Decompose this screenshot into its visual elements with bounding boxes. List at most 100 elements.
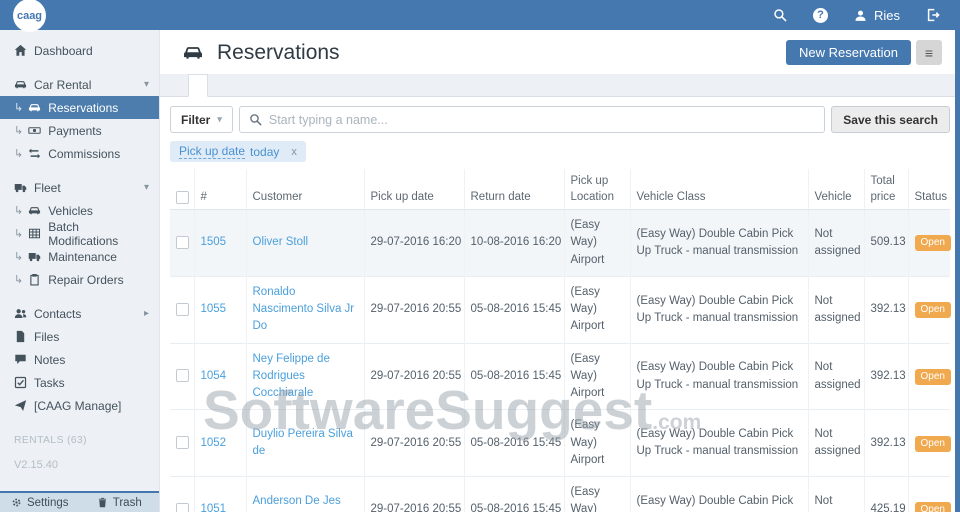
sidebar-item-label: Notes [34, 353, 65, 367]
column-header-return-date: Return date [464, 169, 564, 210]
reservation-id-link[interactable]: 1054 [201, 370, 227, 382]
search-icon[interactable] [773, 8, 787, 22]
reservation-id-link[interactable]: 1055 [201, 303, 227, 315]
tab-todays-returns[interactable] [208, 74, 226, 96]
caret-icon: ▾ [144, 79, 149, 90]
search-input[interactable] [269, 113, 815, 127]
sidebar-item-notes[interactable]: ↳ Notes [0, 348, 159, 371]
sidebar-item-files[interactable]: ↳ Files [0, 325, 159, 348]
return-date-cell: 05-08-2016 15:45 [464, 410, 564, 477]
sidebar-item-caag-manage[interactable]: ↳ [CAAG Manage] [0, 394, 159, 417]
tab-todays-pick-ups[interactable] [188, 74, 208, 97]
user-menu[interactable]: Ries [854, 8, 900, 23]
sidebar-item-icon [14, 376, 27, 389]
vehicle-cell: Not assigned [808, 343, 864, 410]
row-checkbox[interactable] [176, 303, 189, 316]
pickup-date-cell: 29-07-2016 20:55 [364, 477, 464, 512]
reservation-id-link[interactable]: 1051 [201, 503, 227, 512]
sidebar-item-contacts[interactable]: ↳ Contacts ▸ [0, 302, 159, 325]
customer-link[interactable]: Duylio Pereira Silva de [253, 428, 353, 457]
status-badge[interactable]: Open [915, 369, 951, 385]
status-badge[interactable]: Open [915, 235, 951, 251]
customer-link[interactable]: Ronaldo Nascimento Silva Jr Do [253, 286, 355, 333]
new-reservation-button[interactable]: New Reservation [786, 40, 911, 65]
customer-link[interactable]: Anderson De Jes Araujo Rodgrigues [253, 495, 348, 512]
pickup-location-cell: (Easy Way) Airport [564, 343, 630, 410]
table-header-row: # Customer Pick up date Return date Pick… [170, 169, 950, 210]
pickup-location-cell: (Easy Way) Airport [564, 477, 630, 512]
sidebar-item-reservations[interactable]: ↳ Reservations [0, 96, 159, 119]
sign-out-icon[interactable] [926, 8, 940, 22]
sidebar-item-icon [14, 330, 27, 343]
chip-field-link[interactable]: Pick up date [179, 144, 245, 159]
chip-remove-icon[interactable]: x [291, 146, 297, 158]
sidebar-item-fleet[interactable]: ↳ Fleet ▾ [0, 176, 159, 199]
reservation-id-link[interactable]: 1505 [201, 236, 227, 248]
sidebar-item-batch-modifications[interactable]: ↳ Batch Modifications [0, 222, 159, 245]
sidebar-item-label: Files [34, 330, 59, 344]
tab-tomorrow-returns[interactable] [244, 74, 262, 96]
sidebar-item-tasks[interactable]: ↳ Tasks [0, 371, 159, 394]
caag-logo: caag [13, 0, 46, 32]
row-checkbox[interactable] [176, 369, 189, 382]
return-date-cell: 05-08-2016 15:45 [464, 343, 564, 410]
column-header-status: Status [908, 169, 950, 210]
sidebar-item-icon [14, 399, 27, 412]
row-checkbox[interactable] [176, 436, 189, 449]
sidebar-item-icon [28, 147, 41, 160]
return-date-cell: 05-08-2016 15:45 [464, 276, 564, 343]
sidebar-item-icon [28, 227, 41, 240]
row-checkbox[interactable] [176, 503, 189, 512]
reservation-id-link[interactable]: 1052 [201, 437, 227, 449]
table-row: 1051 Anderson De Jes Araujo Rodgrigues 2… [170, 477, 950, 512]
sidebar-item-icon [28, 124, 41, 137]
sidebar-item-label: Maintenance [48, 250, 117, 264]
sidebar-item-label: Reservations [48, 101, 118, 115]
search-icon [249, 113, 262, 126]
sub-level-arrow-icon: ↳ [14, 124, 23, 137]
row-checkbox[interactable] [176, 236, 189, 249]
status-badge[interactable]: Open [915, 502, 951, 512]
status-badge[interactable]: Open [915, 302, 951, 318]
customer-link[interactable]: Ney Felippe de Rodrigues Cocchiarale [253, 353, 330, 400]
chevron-down-icon: ▾ [217, 114, 222, 125]
trash-button[interactable]: Trash [80, 493, 160, 512]
settings-button[interactable]: Settings [0, 493, 80, 512]
sidebar-bottom-bar: Settings Trash [0, 491, 159, 512]
tab-completed[interactable] [280, 74, 298, 96]
select-all-checkbox[interactable] [176, 191, 189, 204]
filter-dropdown-button[interactable]: Filter ▾ [170, 106, 233, 133]
sidebar-item-icon [14, 353, 27, 366]
table-row: 1054 Ney Felippe de Rodrigues Cocchiaral… [170, 343, 950, 410]
sidebar-item-maintenance[interactable]: ↳ Maintenance [0, 245, 159, 268]
sub-level-arrow-icon: ↳ [14, 147, 23, 160]
hamburger-menu-button[interactable]: ≡ [916, 40, 942, 65]
sidebar-item-car-rental[interactable]: ↳ Car Rental ▾ [0, 73, 159, 96]
tab-bar [160, 74, 960, 97]
help-icon[interactable]: ? [813, 8, 828, 23]
sidebar-item-icon [14, 307, 27, 320]
sidebar-item-repair-orders[interactable]: ↳ Repair Orders [0, 268, 159, 291]
column-header-pickup-date: Pick up date [364, 169, 464, 210]
sidebar-item-icon [28, 101, 41, 114]
customer-link[interactable]: Oliver Stoll [253, 236, 309, 248]
sidebar-item-dashboard[interactable]: ↳ Dashboard [0, 39, 159, 62]
sidebar-item-payments[interactable]: ↳ Payments [0, 119, 159, 142]
tab-all[interactable] [170, 74, 188, 96]
status-badge[interactable]: Open [915, 436, 951, 452]
save-search-button[interactable]: Save this search [831, 106, 950, 133]
version-label: V2.15.40 [0, 459, 159, 471]
sidebar-item-commissions[interactable]: ↳ Commissions [0, 142, 159, 165]
filter-chip-row: Pick up date today x [170, 141, 950, 162]
vehicle-class-cell: (Easy Way) Double Cabin Pick Up Truck - … [630, 477, 808, 512]
sidebar-item-icon [14, 44, 27, 57]
tab-tomorrow-pick-ups[interactable] [226, 74, 244, 96]
sidebar-item-icon [28, 273, 41, 286]
filter-chip: Pick up date today x [170, 141, 306, 162]
vehicle-class-cell: (Easy Way) Double Cabin Pick Up Truck - … [630, 276, 808, 343]
pickup-location-cell: (Easy Way) Airport [564, 276, 630, 343]
tab-rental[interactable] [262, 74, 280, 96]
user-name: Ries [874, 8, 900, 23]
top-navbar: caag ? Ries [0, 0, 960, 30]
scrollbar[interactable] [955, 30, 960, 512]
